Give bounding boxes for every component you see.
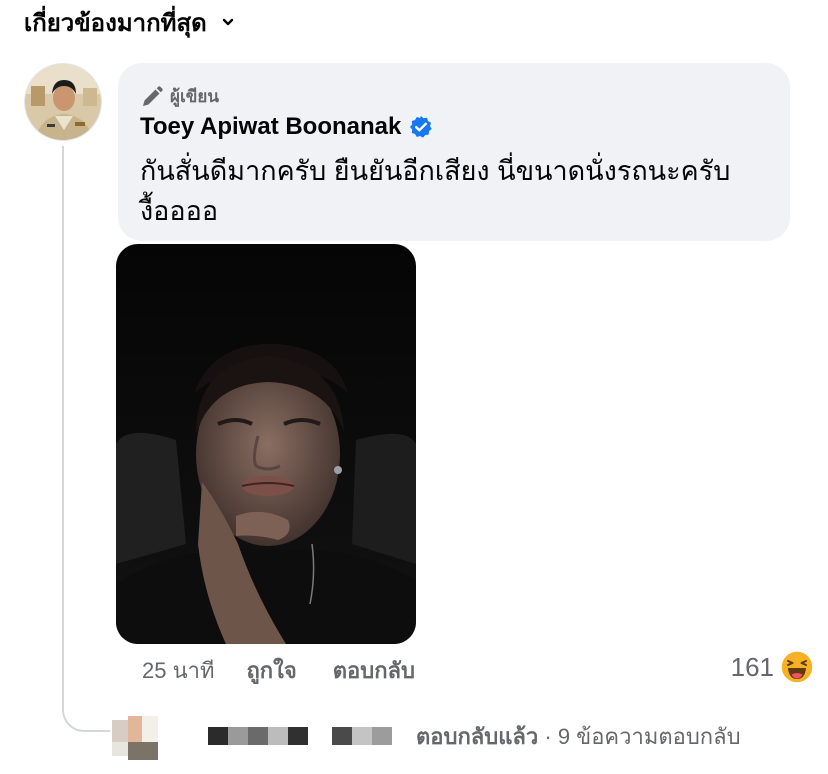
sort-dropdown[interactable]: เกี่ยวข้องมากที่สุด bbox=[24, 4, 235, 40]
author-avatar[interactable] bbox=[24, 63, 102, 141]
replier-surname-blurred bbox=[332, 727, 392, 745]
comment-bubble: ผู้เขียน Toey Apiwat Boonanak กันสั่นดีม… bbox=[118, 63, 790, 241]
replier-name-blurred bbox=[208, 727, 308, 745]
like-button[interactable]: ถูกใจ bbox=[246, 653, 296, 688]
comment-text-line: งื้ออออ bbox=[140, 196, 219, 226]
comment-timestamp[interactable]: 25 นาที bbox=[142, 653, 214, 688]
author-badge-label: ผู้เขียน bbox=[170, 87, 219, 106]
thread-line bbox=[62, 146, 110, 732]
view-replies-link[interactable]: ตอบกลับแล้ว · 9 ข้อความตอบกลับ bbox=[112, 710, 741, 762]
haha-reaction-icon bbox=[780, 650, 814, 684]
replies-summary: ตอบกลับแล้ว · 9 ข้อความตอบกลับ bbox=[416, 719, 741, 754]
reaction-summary[interactable]: 161 bbox=[731, 650, 814, 684]
separator-dot: · bbox=[538, 723, 558, 749]
author-badge: ผู้เขียน bbox=[140, 83, 219, 110]
replied-label: ตอบกลับแล้ว bbox=[416, 723, 539, 749]
comment-photo[interactable] bbox=[116, 244, 416, 644]
reply-button[interactable]: ตอบกลับ bbox=[333, 653, 415, 688]
comment-actions: 25 นาที ถูกใจ ตอบกลับ bbox=[142, 654, 415, 686]
author-name-link[interactable]: Toey Apiwat Boonanak bbox=[140, 113, 401, 141]
replier-avatar bbox=[112, 710, 168, 762]
comment-text-line: กันสั่นดีมากครับ ยืนยันอีกเสียง นี่ขนาดน… bbox=[140, 156, 731, 186]
verified-badge-icon bbox=[410, 116, 432, 138]
sort-label: เกี่ยวข้องมากที่สุด bbox=[24, 9, 207, 37]
pen-icon bbox=[143, 85, 163, 106]
reply-count-label: 9 ข้อความตอบกลับ bbox=[557, 723, 741, 749]
chevron-down-icon bbox=[222, 18, 233, 26]
reaction-count: 161 bbox=[730, 651, 774, 682]
comment-text: กันสั่นดีมากครับ ยืนยันอีกเสียง นี่ขนาดน… bbox=[140, 151, 780, 231]
